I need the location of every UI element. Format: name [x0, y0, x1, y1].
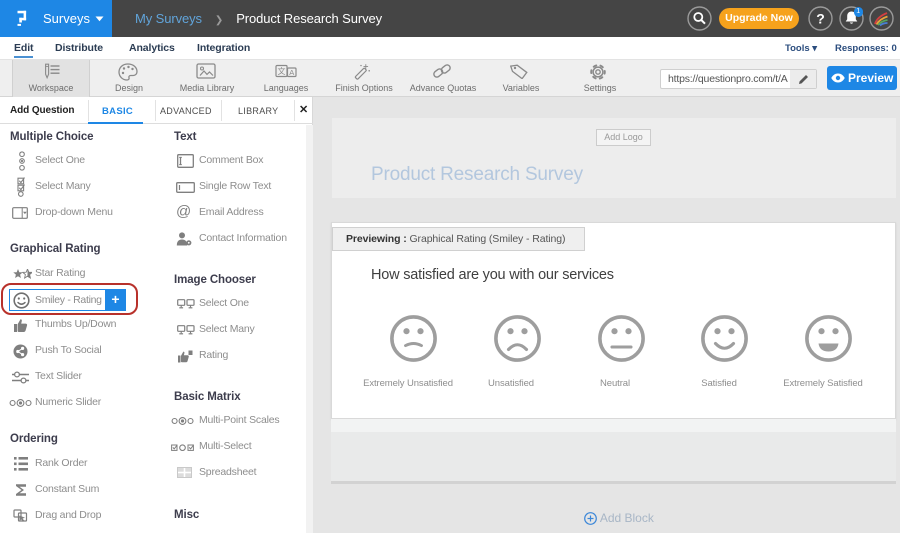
svg-text:文: 文	[278, 66, 286, 76]
svg-text:A: A	[289, 68, 294, 77]
svg-text:?: ?	[816, 11, 825, 27]
